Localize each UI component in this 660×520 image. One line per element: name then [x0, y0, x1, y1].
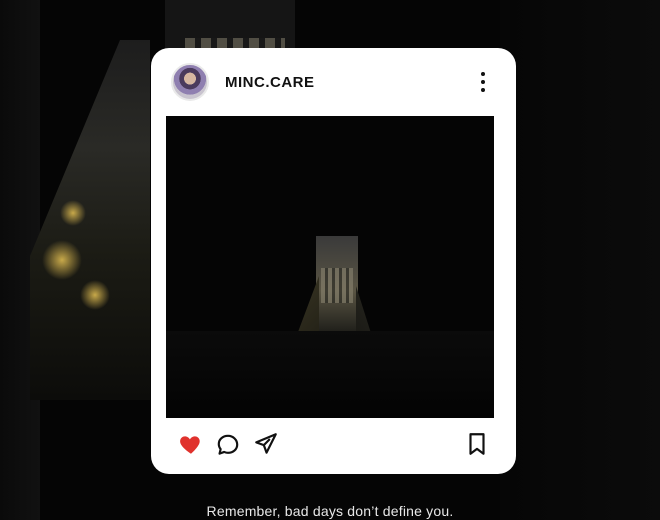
post-card: MINC.CARE [151, 48, 516, 474]
username[interactable]: MINC.CARE [225, 74, 315, 91]
post-image [166, 116, 494, 418]
post-image-floor [166, 331, 494, 418]
post-header: MINC.CARE [151, 48, 516, 116]
post-image-city-lights [321, 268, 353, 303]
caption-text: Remember, bad days don’t define you. [206, 503, 454, 519]
background-window-left [30, 40, 150, 400]
background-curtain-right [500, 0, 660, 520]
share-icon[interactable] [253, 431, 279, 457]
background-city-light [60, 200, 86, 226]
background-city-light [80, 280, 110, 310]
more-vertical-icon[interactable] [476, 72, 490, 92]
bookmark-icon[interactable] [464, 431, 490, 457]
background-top-lights [185, 38, 285, 48]
avatar[interactable] [171, 63, 209, 101]
post-actions [151, 426, 516, 462]
background-city-light [42, 240, 82, 280]
comment-icon[interactable] [215, 432, 241, 458]
heart-icon[interactable] [178, 431, 204, 457]
